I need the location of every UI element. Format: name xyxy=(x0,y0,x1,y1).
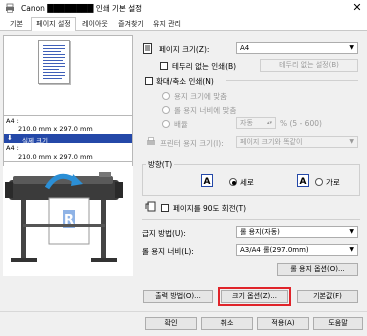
rotate-page-icon xyxy=(145,201,156,212)
output-paper-dimensions: 210.0 mm x 297.0 mm xyxy=(18,153,93,161)
printer-paper-size-select[interactable]: 페이지 크기와 똑같이 ▼ xyxy=(236,136,358,148)
output-size-label: 실제 크기 xyxy=(22,137,48,145)
output-method-button[interactable]: 출력 방법(O)... xyxy=(143,290,213,303)
apply-button[interactable]: 적용(A) xyxy=(257,317,309,330)
fit-roll-label: 롤 용지 너비에 맞춤 xyxy=(174,106,237,115)
paper-size-info: A4 : 210.0 mm x 297.0 mm ⬇ 실제 크기 A4 : 21… xyxy=(3,115,133,162)
page-size-select[interactable]: A4 ▼ xyxy=(236,42,358,54)
page-preview xyxy=(38,40,70,84)
arrow-down-icon: ⬇ xyxy=(7,134,13,142)
scaling-checkbox[interactable] xyxy=(145,77,153,85)
large-format-printer-icon: R xyxy=(5,172,123,262)
output-paper-label: A4 : xyxy=(6,144,19,152)
footer-separator xyxy=(0,311,367,312)
paper-source-select[interactable]: 롤 용지(자동) ▼ xyxy=(236,226,358,238)
roll-options-button[interactable]: 롤 용지 옵션(O)... xyxy=(277,263,358,276)
chevron-down-icon: ▼ xyxy=(349,138,354,145)
scale-spinner[interactable]: 자동 ▴▾ xyxy=(236,117,276,129)
scale-radio[interactable] xyxy=(162,120,170,128)
ok-button[interactable]: 확인 xyxy=(145,317,197,330)
scaling-separator xyxy=(226,80,358,81)
printer-paper-icon xyxy=(146,137,156,147)
defaults-button[interactable]: 기본값(F) xyxy=(297,290,358,303)
scaling-label: 확대/축소 인쇄(N) xyxy=(156,77,214,86)
fit-roll-radio[interactable] xyxy=(162,106,170,114)
tab-page-setup[interactable]: 페이지 설정 xyxy=(31,17,76,32)
window-title: Canon ████████ 인쇄 기본 설정 xyxy=(21,4,143,13)
page-size-label: 페이지 크기(Z): xyxy=(159,45,210,54)
svg-text:A: A xyxy=(204,177,211,187)
landscape-label: 가로 xyxy=(326,178,340,187)
roll-width-label: 롤 용지 너비(L): xyxy=(142,247,194,256)
portrait-label: 세로 xyxy=(240,178,254,187)
printer-illustration: R xyxy=(3,166,133,276)
printer-icon xyxy=(5,3,15,13)
portrait-radio[interactable] xyxy=(229,178,237,186)
fit-page-label: 용지 크기에 맞춤 xyxy=(174,92,228,101)
tab-bar: 기본 페이지 설정 레이아웃 즐겨찾기 유지 관리 xyxy=(0,17,367,32)
title-bar: Canon ████████ 인쇄 기본 설정 ✕ xyxy=(0,0,367,17)
landscape-radio[interactable] xyxy=(315,178,323,186)
scale-label: 배율 xyxy=(174,120,188,129)
fit-page-radio[interactable] xyxy=(162,92,170,100)
page-size-icon xyxy=(143,43,153,54)
scale-range-label: % (5 - 600) xyxy=(280,119,322,128)
paper-size-dimensions: 210.0 mm x 297.0 mm xyxy=(18,125,93,133)
section-separator xyxy=(142,219,360,220)
rotate-90-checkbox[interactable] xyxy=(161,204,169,212)
rotate-90-label: 페이지를 90도 회전(T) xyxy=(173,204,247,213)
roll-width-select[interactable]: A3/A4 롤(297.0mm) ▼ xyxy=(236,244,358,256)
cancel-button[interactable]: 취소 xyxy=(201,317,253,330)
svg-text:A: A xyxy=(300,177,307,187)
landscape-icon: A xyxy=(297,174,309,187)
portrait-icon: A xyxy=(201,174,213,187)
chevron-down-icon: ▼ xyxy=(349,44,354,51)
borderless-checkbox[interactable] xyxy=(160,62,168,70)
size-options-button[interactable]: 크기 옵션(Z)... xyxy=(221,290,288,303)
paper-size-label: A4 : xyxy=(6,117,19,125)
spinner-arrows-icon: ▴▾ xyxy=(266,120,272,126)
chevron-down-icon: ▼ xyxy=(349,228,354,235)
orientation-title: 방향(T) xyxy=(146,159,175,170)
output-size-highlight: ⬇ 실제 크기 xyxy=(4,134,132,145)
chevron-down-icon: ▼ xyxy=(349,246,354,253)
borderless-settings-button[interactable]: 테두리 없는 설정(B) xyxy=(260,59,358,72)
help-button[interactable]: 도움말 xyxy=(313,317,363,330)
close-icon[interactable]: ✕ xyxy=(350,1,364,15)
printer-paper-size-label: 프린터 용지 크기(I): xyxy=(160,139,224,148)
borderless-label: 테두리 없는 인쇄(B) xyxy=(172,62,237,71)
paper-source-label: 급지 방법(U): xyxy=(142,229,186,238)
